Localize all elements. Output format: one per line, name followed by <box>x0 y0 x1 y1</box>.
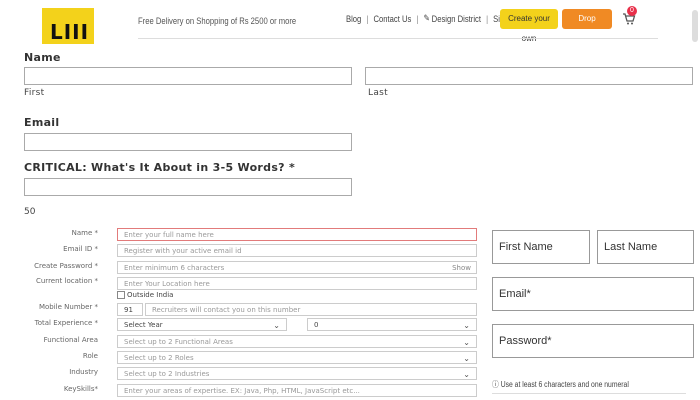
reg-name-label: Name * <box>71 229 98 237</box>
chevron-down-icon: ⌄ <box>463 370 470 379</box>
drop-complaint-button[interactable]: Drop Complaint <box>562 9 612 43</box>
name-label: Name <box>24 51 61 64</box>
outside-india-label: Outside India <box>127 291 174 299</box>
char-count: 50 <box>24 207 36 217</box>
reg-keyskills-label: KeySkills* <box>63 385 98 393</box>
last-label: Last <box>368 88 388 98</box>
reg-role-label: Role <box>82 352 98 360</box>
scrollbar[interactable] <box>692 10 698 42</box>
role-select[interactable]: Select up to 2 Roles ⌄ <box>117 351 477 364</box>
email-input[interactable] <box>24 133 352 151</box>
nav-separator: | <box>416 13 419 24</box>
logo-text: LIII <box>50 20 90 44</box>
outside-india-checkbox[interactable] <box>117 291 125 299</box>
role-placeholder: Select up to 2 Roles <box>124 354 194 362</box>
reg-location-input[interactable]: Enter Your Location here <box>117 277 477 290</box>
nav-contact-us[interactable]: Contact Us <box>374 14 412 24</box>
reg-email-input[interactable]: Register with your active email id <box>117 244 477 257</box>
first-label: First <box>24 88 45 98</box>
reg-email-label: Email ID * <box>63 245 98 253</box>
industry-select[interactable]: Select up to 2 Industries ⌄ <box>117 367 477 380</box>
right-password-input[interactable]: Password* <box>492 324 694 358</box>
site-logo[interactable]: LIII <box>42 8 94 44</box>
right-first-name-input[interactable]: First Name <box>492 230 590 264</box>
experience-month-select[interactable]: 0 ⌄ <box>307 318 477 331</box>
chevron-down-icon: ⌄ <box>463 354 470 363</box>
reg-experience-label: Total Experience * <box>34 319 98 327</box>
last-name-input[interactable] <box>365 67 693 85</box>
experience-year-value: Select Year <box>124 321 163 329</box>
pencil-icon: ✎ <box>423 13 430 23</box>
functional-area-select[interactable]: Select up to 2 Functional Areas ⌄ <box>117 335 477 348</box>
right-last-name-input[interactable]: Last Name <box>597 230 694 264</box>
experience-year-select[interactable]: Select Year ⌄ <box>117 318 287 331</box>
reg-mobile-label: Mobile Number * <box>38 303 98 311</box>
reg-industry-label: Industry <box>69 368 98 376</box>
country-code-input[interactable]: 91 <box>117 303 143 316</box>
password-placeholder: Enter minimum 6 characters <box>124 264 225 272</box>
reg-password-label: Create Password * <box>34 262 98 270</box>
reg-mobile-input[interactable]: Recruiters will contact you on this numb… <box>145 303 477 316</box>
password-hint-text: Use at least 6 characters and one numera… <box>500 380 629 389</box>
show-password-toggle[interactable]: Show <box>452 262 471 273</box>
chevron-down-icon: ⌄ <box>273 321 280 330</box>
header-divider <box>138 38 658 39</box>
password-hint: ⓘ Use at least 6 characters and one nume… <box>492 379 629 390</box>
nav-separator: | <box>486 13 489 24</box>
experience-month-value: 0 <box>314 321 319 329</box>
right-email-input[interactable]: Email* <box>492 277 694 311</box>
keyskills-input[interactable]: Enter your areas of expertise. EX: Java,… <box>117 384 477 397</box>
functional-area-placeholder: Select up to 2 Functional Areas <box>124 338 233 346</box>
create-your-own-button[interactable]: Create your own <box>500 9 558 43</box>
chevron-down-icon: ⌄ <box>463 321 470 330</box>
nav-separator: | <box>366 13 369 24</box>
reg-location-label: Current location * <box>35 277 98 285</box>
cart-count-badge: 0 <box>627 6 637 16</box>
email-label: Email <box>24 116 60 129</box>
info-icon: ⓘ <box>492 380 499 389</box>
nav-blog[interactable]: Blog <box>346 14 361 24</box>
reg-functional-area-label: Functional Area <box>43 336 98 344</box>
industry-placeholder: Select up to 2 Industries <box>124 370 210 378</box>
nav-design-district[interactable]: Design District <box>432 14 481 24</box>
first-name-input[interactable] <box>24 67 352 85</box>
critical-input[interactable] <box>24 178 352 196</box>
right-form-divider <box>492 393 686 394</box>
chevron-down-icon: ⌄ <box>463 338 470 347</box>
delivery-tagline: Free Delivery on Shopping of Rs 2500 or … <box>138 16 297 26</box>
critical-label: CRITICAL: What's It About in 3-5 Words? … <box>24 161 296 174</box>
reg-password-input[interactable]: Enter minimum 6 characters Show <box>117 261 477 274</box>
reg-name-input[interactable]: Enter your full name here <box>117 228 477 241</box>
